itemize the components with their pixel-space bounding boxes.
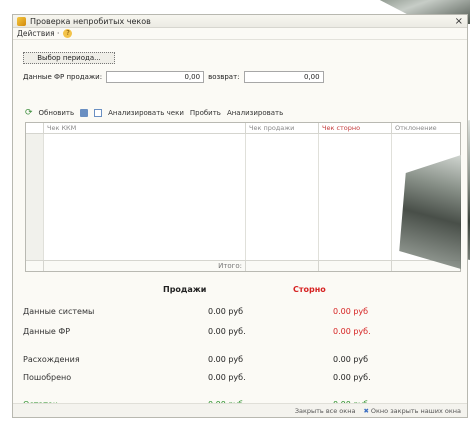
copy-icon[interactable] <box>94 109 103 117</box>
column-header-sales[interactable]: Чек продажи <box>246 123 319 133</box>
summary-row-storno: 0.00 руб. <box>333 373 371 382</box>
kkm-column <box>44 134 246 260</box>
fiscal-sales-label: Данные ФР продажи: <box>23 73 103 81</box>
summary-row-sales: 0.00 руб <box>208 355 244 364</box>
window-title: Проверка непробитых чеков <box>30 16 151 26</box>
summary-row-sales: 0.00 руб. <box>208 373 246 382</box>
close-windows-link[interactable]: ✖ Окно закрыть наших окна <box>363 407 461 415</box>
table-toolbar: ⟳ Обновить Анализировать чеки Пробить Ан… <box>25 109 283 118</box>
desktop-background: Проверка непробитых чеков × Действия · ?… <box>0 0 470 428</box>
summary-row-storno: 0.00 руб. <box>333 327 371 336</box>
period-select-button[interactable]: Выбор периода... <box>23 52 115 64</box>
table-footer: Итого: <box>26 260 460 271</box>
menu-bar: Действия · ? <box>13 28 467 40</box>
analyze-checks-button[interactable]: Анализировать чеки <box>108 109 184 117</box>
app-icon <box>17 16 26 26</box>
storno-column <box>319 134 392 260</box>
close-icon[interactable]: × <box>455 16 463 27</box>
select-column-header <box>26 123 44 133</box>
help-icon[interactable]: ? <box>63 29 73 38</box>
refresh-button[interactable]: Обновить <box>39 109 75 117</box>
sales-column <box>246 134 319 260</box>
summary-row-storno: 0.00 руб <box>333 355 369 364</box>
summary-row-label: Расхождения <box>23 355 80 364</box>
summary-row-label: Пошобрено <box>23 373 72 382</box>
summary-row-sales: 0.00 руб. <box>208 327 246 336</box>
summary-row-label: Данные ФР <box>23 327 71 336</box>
column-header-storno[interactable]: Чек сторно <box>319 123 392 133</box>
actions-menu[interactable]: Действия · <box>17 29 59 38</box>
fiscal-return-label: возврат: <box>208 73 240 81</box>
punch-button[interactable]: Пробить <box>190 109 221 117</box>
select-column <box>26 134 44 260</box>
summary-row-label: Данные системы <box>23 307 95 316</box>
fiscal-data-row: Данные ФР продажи: 0,00 возврат: 0,00 <box>23 71 324 83</box>
fiscal-return-input[interactable]: 0,00 <box>243 71 324 83</box>
column-header-kkm[interactable]: Чек ККМ <box>44 123 246 133</box>
fiscal-sales-input[interactable]: 0,00 <box>106 71 205 83</box>
app-window: Проверка непробитых чеков × Действия · ?… <box>12 14 468 418</box>
status-bar: Закрыть все окна ✖ Окно закрыть наших окн… <box>13 403 467 417</box>
summary-storno-header: Сторно <box>293 285 326 294</box>
table-body[interactable] <box>26 134 460 260</box>
summary-sales-header: Продажи <box>163 285 207 294</box>
close-x-icon: ✖ <box>363 406 369 415</box>
summary-row-sales: 0.00 руб <box>208 307 244 316</box>
close-all-windows-link[interactable]: Закрыть все окна <box>295 407 356 415</box>
analyze-button[interactable]: Анализировать <box>227 109 283 117</box>
summary-row-storno: 0.00 руб <box>333 307 369 316</box>
document-icon[interactable] <box>80 109 89 117</box>
checks-table: Чек ККМ Чек продажи Чек сторно Отклонени… <box>25 122 461 272</box>
column-header-deviation[interactable]: Отклонение <box>392 123 460 133</box>
table-header: Чек ККМ Чек продажи Чек сторно Отклонени… <box>26 123 460 134</box>
title-bar: Проверка непробитых чеков × <box>13 15 467 28</box>
main-content: Выбор периода... Данные ФР продажи: 0,00… <box>13 40 467 409</box>
close-windows-label: Окно закрыть наших окна <box>370 406 461 415</box>
refresh-icon[interactable]: ⟳ <box>25 109 33 118</box>
table-total-label: Итого: <box>44 261 246 271</box>
